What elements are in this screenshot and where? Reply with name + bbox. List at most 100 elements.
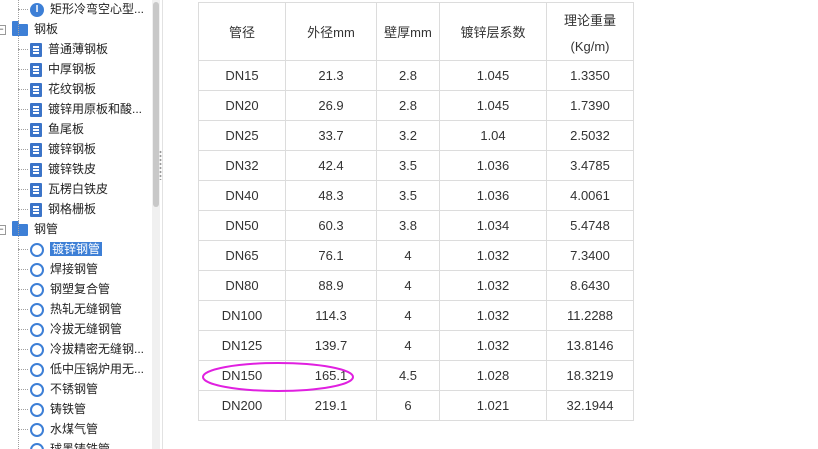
cell-outer-diameter: 88.9 [285,270,377,301]
cell-weight: 8.6430 [546,270,634,301]
tree-connector [18,369,28,370]
cell-wall-thickness: 4 [376,270,440,301]
cell-diameter: DN40 [198,180,286,211]
cell-diameter: DN65 [198,240,286,271]
cell-galvanize-factor: 1.032 [439,330,547,361]
highlight-ellipse [202,362,354,392]
cell-outer-diameter: 60.3 [285,210,377,241]
cell-outer-diameter: 114.3 [285,300,377,331]
tree-connector [18,389,28,390]
tree-item[interactable]: 钢格栅板 [30,199,96,219]
cell-galvanize-factor: 1.032 [439,300,547,331]
tree-scrollbar[interactable] [152,0,160,449]
material-tree[interactable]: I 矩形冷弯空心型... 钢板 − 普通薄钢板中厚钢板花纹钢板镀锌用原板和酸... 鱼尾板… [0,0,152,449]
cell-outer-diameter: 21.3 [285,60,377,91]
cell-weight: 3.4785 [546,150,634,181]
i-beam-icon: I [30,2,44,17]
tree-connector [18,429,28,430]
tree-item[interactable]: 花纹钢板 [30,79,96,99]
cell-weight: 2.5032 [546,120,634,151]
tree-item[interactable]: 镀锌铁皮 [30,159,96,179]
tree-item[interactable]: 鱼尾板 [30,119,84,139]
cell-wall-thickness: 3.8 [376,210,440,241]
ring-icon [30,282,44,297]
tree-connector [18,189,28,190]
cell-diameter: DN125 [198,330,286,361]
tree-item-label: 钢管 [34,222,59,236]
document-icon [30,82,42,97]
folder-icon [12,20,28,36]
ring-icon [30,302,44,317]
header-weight-label: 理论重量 [563,12,616,28]
header-theoretical-weight: 理论重量 (Kg/m) [546,2,634,61]
tree-item[interactable]: 镀锌钢板 [30,139,96,159]
table-row: DN15 21.3 2.8 1.045 1.3350 [198,60,634,91]
cell-outer-diameter: 139.7 [285,330,377,361]
tree-item-label: 钢格栅板 [48,202,97,216]
tree-connector [18,269,28,270]
tree-connector [18,289,28,290]
cell-wall-thickness: 3.5 [376,180,440,211]
collapse-toggle[interactable]: − [0,225,6,235]
tree-item-label: 镀锌用原板和酸... [48,102,143,116]
tree-item-label: 普通薄钢板 [48,42,109,56]
tree-item[interactable]: 热轧无缝钢管 [30,299,122,319]
document-icon [30,62,42,77]
collapse-toggle[interactable]: − [0,25,6,35]
tree-item[interactable]: 镀锌钢管 [30,239,103,259]
tree-item[interactable]: I 矩形冷弯空心型... [30,0,144,19]
tree-connector [18,69,28,70]
tree-item-label: 鱼尾板 [48,122,85,136]
tree-item[interactable]: 冷拔无缝钢管 [30,319,122,339]
folder-icon [12,220,28,236]
tree-item-label: 球墨铸铁管 [50,442,111,449]
cell-galvanize-factor: 1.045 [439,90,547,121]
tree-item[interactable]: 冷拔精密无缝钢... [30,339,144,359]
tree-item[interactable]: 普通薄钢板 [30,39,108,59]
tree-item[interactable]: 瓦楞白铁皮 [30,179,108,199]
tree-item-label: 镀锌铁皮 [48,162,97,176]
cell-wall-thickness: 4 [376,240,440,271]
tree-connector [18,149,28,150]
ring-icon [30,242,44,257]
tree-item[interactable]: 钢塑复合管 [30,279,110,299]
tree-item-label: 中厚钢板 [48,62,97,76]
cell-wall-thickness: 6 [376,390,440,421]
ring-icon [30,442,44,449]
tree-item[interactable]: 铸铁管 [30,399,86,419]
ring-icon [30,262,44,277]
tree-item-label: 水煤气管 [50,422,99,436]
tree-item[interactable]: 中厚钢板 [30,59,96,79]
table-row: DN32 42.4 3.5 1.036 3.4785 [198,150,634,181]
tree-item-label: 不锈钢管 [50,382,99,396]
cell-diameter: DN80 [198,270,286,301]
document-icon [30,42,42,57]
cell-galvanize-factor: 1.028 [439,360,547,391]
tree-item-label: 热轧无缝钢管 [50,302,123,316]
cell-wall-thickness: 2.8 [376,60,440,91]
cell-galvanize-factor: 1.036 [439,150,547,181]
tree-item[interactable]: 低中压锅炉用无... [30,359,144,379]
tree-item[interactable]: 水煤气管 [30,419,98,439]
ring-icon [30,322,44,337]
cell-weight: 32.1944 [546,390,634,421]
table-row: DN65 76.1 4 1.032 7.3400 [198,240,634,271]
cell-diameter: DN32 [198,150,286,181]
tree-connector [18,89,28,90]
document-icon [30,142,42,157]
tree-item[interactable]: 焊接钢管 [30,259,98,279]
tree-item[interactable]: 镀锌用原板和酸... [30,99,142,119]
cell-wall-thickness: 4 [376,330,440,361]
cell-wall-thickness: 3.2 [376,120,440,151]
tree-connector [18,249,28,250]
cell-galvanize-factor: 1.032 [439,240,547,271]
document-icon [30,182,42,197]
tree-item-label: 镀锌钢管 [50,242,103,256]
tree-item[interactable]: 球墨铸铁管 [30,439,110,449]
tree-item[interactable]: 不锈钢管 [30,379,98,399]
tree-item-label: 冷拔精密无缝钢... [50,342,145,356]
tree-item-label: 钢板 [34,22,59,36]
tree-connector [18,409,28,410]
tree-connector [18,9,28,10]
ring-icon [30,422,44,437]
